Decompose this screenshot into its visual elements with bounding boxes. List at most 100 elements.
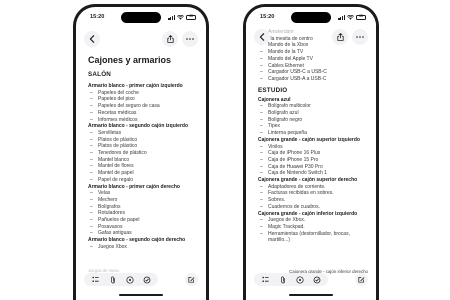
status-time: 15:20: [260, 14, 275, 20]
list-item: Adaptadores de corriente.: [258, 184, 370, 191]
paperclip-icon: [110, 276, 115, 283]
list-item: Herramientas (destornillador, brocas, ma…: [258, 231, 370, 244]
writing-tools-icon: [313, 276, 320, 283]
list-item: Juegos Xbox: [88, 244, 200, 251]
list-item: Cargador USB-A a USB-C: [258, 76, 370, 83]
right-screen: Amsterdam ... de la mesita de centro Man…: [246, 7, 376, 300]
list-item: Mando de la TV: [258, 49, 370, 56]
home-indicator[interactable]: [119, 294, 163, 296]
battery-level: 95: [359, 14, 363, 19]
list-item: Informes médicos: [88, 117, 200, 124]
group-heading: Armario blanco - primer cajón derecho: [88, 183, 180, 190]
checklist-icon: [92, 276, 99, 282]
list-item: Vinilos: [258, 144, 370, 151]
list-item: Rotuladores: [88, 210, 200, 217]
list-item: Platos de plástico: [88, 143, 200, 150]
list-item: Tenedores de plástico: [88, 150, 200, 157]
dynamic-island: [291, 12, 331, 23]
list-item: Cables Ethernet: [258, 63, 370, 70]
attach-button[interactable]: [107, 274, 118, 285]
list-item: Posavasos: [88, 224, 200, 231]
list-item: Caja de iPhone 16 Plus: [258, 150, 370, 157]
share-icon: [336, 33, 344, 41]
list-item: Papeles del coche: [88, 90, 200, 97]
share-button[interactable]: [332, 29, 348, 45]
list-item: Sobres.: [258, 197, 370, 204]
battery-icon: 95: [186, 14, 196, 20]
list-item: Bolígrafo negro: [258, 117, 370, 124]
note-content[interactable]: Cajones y armarios SALÓN Armario blanco …: [88, 55, 200, 251]
list-item: Bolígrafos: [88, 204, 200, 211]
checklist-button[interactable]: [260, 274, 271, 285]
markup-button[interactable]: [294, 274, 305, 285]
dynamic-island: [121, 12, 161, 23]
navigation-bar: [76, 29, 206, 49]
markup-pen-icon: [295, 275, 304, 284]
list-item: Papel de regalo: [88, 177, 200, 184]
home-indicator[interactable]: [289, 294, 333, 296]
list-item: Mantel blanco: [88, 157, 200, 164]
list-item: Magic Trackpad.: [258, 224, 370, 231]
list-item: Mantel de papel: [88, 170, 200, 177]
list-item: Papeles del piso: [88, 96, 200, 103]
wifi-icon: [177, 14, 184, 20]
list-item: Mechero: [88, 197, 200, 204]
list-item: Pañuelos de papel: [88, 217, 200, 224]
back-button[interactable]: [84, 31, 100, 47]
share-icon: [166, 35, 174, 43]
list-item: Recetas médicas: [88, 110, 200, 117]
chevron-left-icon: [89, 35, 95, 43]
more-button[interactable]: [182, 31, 198, 47]
list-item: Caja de iPhone 15 Pro: [258, 157, 370, 164]
group-heading: Cajonera grande - cajón inferior izquier…: [258, 210, 358, 217]
ai-tools-button[interactable]: [141, 274, 152, 285]
group-heading: Armario blanco - segundo cajón derecho: [88, 237, 186, 244]
note-title: Cajones y armarios: [88, 55, 172, 65]
list-item: Gafas antiguas: [88, 230, 200, 237]
list-item: Cuadernos de cuadros.: [258, 204, 370, 211]
markup-pen-icon: [125, 275, 134, 284]
wifi-icon: [347, 14, 354, 20]
group-heading: Cajonera grande - cajón superior derecho: [258, 177, 358, 184]
list-item: Linterna pequeña: [258, 130, 370, 137]
note-content[interactable]: Amsterdam ... de la mesita de centro Man…: [258, 29, 370, 244]
ellipsis-icon: [186, 38, 194, 40]
checklist-button[interactable]: [90, 274, 101, 285]
signal-icon: [168, 14, 175, 20]
back-button[interactable]: [254, 29, 270, 45]
ellipsis-icon: [356, 36, 364, 38]
paperclip-icon: [280, 276, 285, 283]
group-heading: Cajonera grande - cajón superior izquier…: [258, 136, 360, 143]
list-item: Platos de plástico: [88, 137, 200, 144]
list-item: Tipex: [258, 123, 370, 130]
format-toolbar: [254, 273, 328, 286]
ai-tools-button[interactable]: [311, 274, 322, 285]
compose-icon: [188, 277, 195, 283]
list-item: Facturas recibidas en sobres.: [258, 190, 370, 197]
left-screen: 15:20 95 Cajones y armarios SALÓN Armari…: [76, 7, 206, 300]
markup-button[interactable]: [124, 274, 135, 285]
list-item: Cargador USB-C a USB-C: [258, 69, 370, 76]
list-item: Caja de Huawei P30 Pro: [258, 164, 370, 171]
list-item: Mando del Apple TV: [258, 56, 370, 63]
list-item: Servilletas: [88, 130, 200, 137]
list-item: Caja de Nintendo Switch 1: [258, 170, 370, 177]
writing-tools-icon: [143, 276, 150, 283]
group-heading: Armario blanco - primer cajón izquierdo: [88, 83, 183, 89]
left-phone: 15:20 95 Cajones y armarios SALÓN Armari…: [73, 4, 209, 300]
right-phone: Amsterdam ... de la mesita de centro Man…: [243, 4, 379, 300]
compose-button[interactable]: [355, 273, 368, 286]
list-item: Papeles del seguro de casa: [88, 103, 200, 110]
battery-icon: 95: [356, 14, 366, 20]
attach-button[interactable]: [277, 274, 288, 285]
share-button[interactable]: [162, 31, 178, 47]
checklist-icon: [262, 276, 269, 282]
group-heading: Cajonera azul: [258, 96, 291, 103]
battery-level: 95: [189, 14, 193, 19]
bottom-toolbar: Cajonera grande - cajón inferior derecho: [246, 269, 376, 300]
format-toolbar: [84, 273, 158, 286]
more-button[interactable]: [352, 29, 368, 45]
list-item: Mantel de flores: [88, 163, 200, 170]
compose-button[interactable]: [185, 273, 198, 286]
navigation-bar: [246, 27, 376, 47]
